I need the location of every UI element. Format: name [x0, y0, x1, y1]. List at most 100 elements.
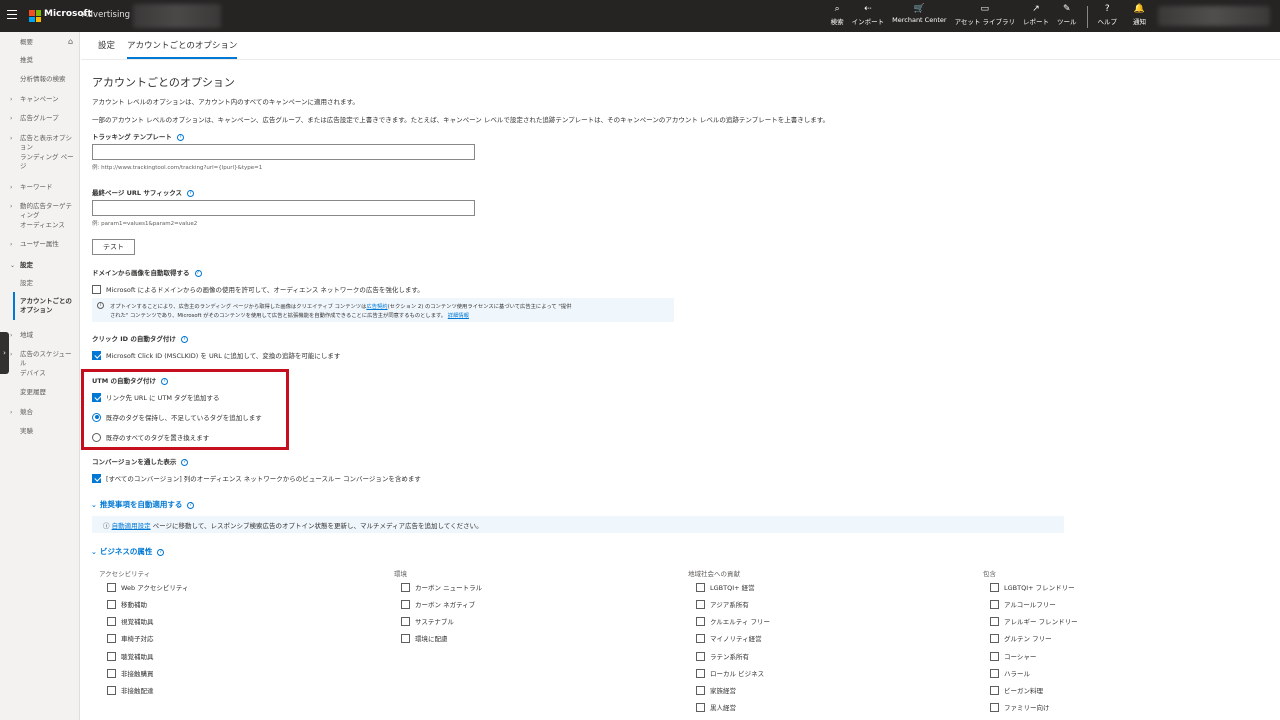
auto-apply-settings-link[interactable]: 自動適用設定	[112, 522, 151, 530]
attr-item[interactable]: 移動補助	[107, 599, 147, 609]
help-icon[interactable]: ?	[181, 458, 189, 466]
attr-item[interactable]: グルテン フリー	[990, 633, 1052, 643]
learn-more-link[interactable]: 詳細情報	[448, 313, 469, 319]
attr-item[interactable]: 非接触配達	[107, 685, 154, 695]
attr-checkbox[interactable]	[696, 651, 705, 661]
help-icon[interactable]: ?	[194, 269, 202, 277]
attr-checkbox[interactable]	[990, 702, 999, 712]
info-icon: i	[97, 302, 104, 309]
test-button[interactable]: テスト	[92, 239, 135, 255]
attr-item[interactable]: 聴覚補助具	[107, 651, 154, 661]
page-description: アカウント レベルのオプションは、アカウント内のすべてのキャンペーンに適用されま…	[92, 98, 359, 106]
attr-checkbox[interactable]	[990, 599, 999, 609]
attr-checkbox[interactable]	[696, 685, 705, 695]
attr-item[interactable]: 黒人経営	[696, 702, 736, 712]
msclkid-option[interactable]: Microsoft Click ID (MSCLKID) を URL に追加して…	[92, 350, 340, 360]
attr-checkbox[interactable]	[107, 616, 116, 626]
top-bar: Microsoft Advertising ⌕ 検索 ⇠ インポート 🛒 Mercha…	[0, 0, 1280, 32]
attr-checkbox[interactable]	[107, 668, 116, 678]
image-extraction-title: ドメインから画像を自動取得する?	[92, 267, 202, 277]
attr-checkbox[interactable]	[696, 702, 705, 712]
final-url-suffix-input[interactable]	[92, 200, 475, 216]
tab-account-options[interactable]: アカウントごとのオプション	[127, 39, 238, 59]
attr-checkbox[interactable]	[990, 582, 999, 592]
nav-search[interactable]: ⌕ 検索	[827, 4, 848, 30]
attr-item[interactable]: ハラール	[990, 668, 1030, 678]
business-attributes-expander[interactable]: ⌄ ビジネスの属性?	[91, 546, 165, 557]
nav-asset-library[interactable]: ▭ アセット ライブラリ	[951, 4, 1019, 30]
chevron-right-icon: ›	[10, 115, 13, 122]
attr-item[interactable]: マイノリティ経営	[696, 633, 762, 643]
attr-checkbox[interactable]	[107, 582, 116, 592]
nav-reports[interactable]: ↗ レポート	[1019, 4, 1053, 30]
view-through-checkbox[interactable]	[92, 473, 101, 483]
attr-checkbox[interactable]	[990, 651, 999, 661]
attr-item[interactable]: アジア系所有	[696, 599, 749, 609]
help-icon[interactable]: ?	[187, 189, 194, 197]
attr-checkbox[interactable]	[401, 582, 410, 592]
attr-checkbox[interactable]	[107, 685, 116, 695]
help-icon[interactable]: ?	[157, 548, 165, 556]
tracking-template-input[interactable]	[92, 144, 475, 160]
attr-item[interactable]: カーボン ネガティブ	[401, 599, 475, 609]
attr-item[interactable]: アレルギー フレンドリー	[990, 616, 1078, 626]
nav-tools[interactable]: ✎ ツール	[1053, 4, 1081, 30]
attr-item[interactable]: 車椅子対応	[107, 633, 154, 643]
final-url-suffix-hint: 例: param1=values1&param2=value2	[92, 221, 198, 227]
attr-checkbox[interactable]	[107, 633, 116, 643]
attr-checkbox[interactable]	[696, 599, 705, 609]
image-extraction-option[interactable]: Microsoft によるドメインからの画像の使用を許可して、オーディエンス ネ…	[92, 284, 424, 294]
tab-bar: 設定 アカウントごとのオプション	[98, 39, 249, 59]
attr-checkbox[interactable]	[990, 616, 999, 626]
view-through-option[interactable]: [すべてのコンバージョン] 列のオーディエンス ネットワークからのビュースルー …	[92, 473, 421, 483]
help-icon[interactable]: ?	[187, 501, 195, 509]
attr-item[interactable]: アルコールフリー	[990, 599, 1056, 609]
auto-apply-expander[interactable]: ⌄ 推奨事項を自動適用する?	[91, 499, 195, 510]
nav-help[interactable]: ? ヘルプ	[1094, 4, 1122, 30]
attr-item[interactable]: LGBTQI+ 経営	[696, 582, 755, 592]
attr-checkbox[interactable]	[990, 633, 999, 643]
help-icon[interactable]: ?	[176, 133, 184, 141]
attr-item[interactable]: 家族経営	[696, 685, 736, 695]
attr-item[interactable]: 視覚補助具	[107, 616, 154, 626]
attr-checkbox[interactable]	[696, 582, 705, 592]
attr-item[interactable]: ラテン系所有	[696, 651, 749, 661]
attr-checkbox[interactable]	[696, 668, 705, 678]
attr-item[interactable]: ビーガン料理	[990, 685, 1043, 695]
msclkid-checkbox[interactable]	[92, 350, 101, 360]
image-extraction-checkbox[interactable]	[92, 284, 101, 294]
attr-item[interactable]: Web アクセシビリティ	[107, 582, 189, 592]
attr-checkbox[interactable]	[696, 616, 705, 626]
collapse-sidebar-button[interactable]: ›	[0, 332, 9, 374]
account-selector[interactable]	[133, 4, 221, 28]
attr-item[interactable]: サステナブル	[401, 616, 454, 626]
attr-item[interactable]: コーシャー	[990, 651, 1036, 661]
attr-item[interactable]: 非接触購買	[107, 668, 154, 678]
attr-item[interactable]: 環境に配慮	[401, 633, 448, 643]
attr-item[interactable]: ローカル ビジネス	[696, 668, 764, 678]
highlight-box	[81, 369, 289, 450]
attr-item[interactable]: カーボン ニュートラル	[401, 582, 482, 592]
help-icon[interactable]: ?	[180, 335, 188, 343]
hamburger-menu-icon[interactable]	[7, 10, 17, 21]
attr-item[interactable]: クルエルティ フリー	[696, 616, 770, 626]
attr-checkbox[interactable]	[990, 685, 999, 695]
attr-checkbox[interactable]	[990, 668, 999, 678]
attr-checkbox[interactable]	[107, 651, 116, 661]
nav-merchant-center[interactable]: 🛒 Merchant Center	[888, 4, 950, 30]
attr-item[interactable]: LGBTQI+ フレンドリー	[990, 582, 1075, 592]
nav-notifications[interactable]: 🔔 通知	[1129, 4, 1150, 30]
image-info-box: i オプトインすることにより、広告主のランディング ページから取得した画像はクリ…	[92, 298, 674, 322]
nav-import[interactable]: ⇠ インポート	[848, 4, 889, 30]
attr-checkbox[interactable]	[401, 599, 410, 609]
user-account[interactable]	[1158, 6, 1270, 26]
attr-checkbox[interactable]	[401, 633, 410, 643]
attr-checkbox[interactable]	[107, 599, 116, 609]
nav-divider	[1086, 6, 1088, 28]
chevron-down-icon: ⌄	[10, 262, 16, 269]
attr-checkbox[interactable]	[401, 616, 410, 626]
ad-agreement-link[interactable]: 広告契約	[366, 304, 387, 310]
tab-settings[interactable]: 設定	[98, 39, 115, 59]
attr-checkbox[interactable]	[696, 633, 705, 643]
attr-item[interactable]: ファミリー向け	[990, 702, 1050, 712]
